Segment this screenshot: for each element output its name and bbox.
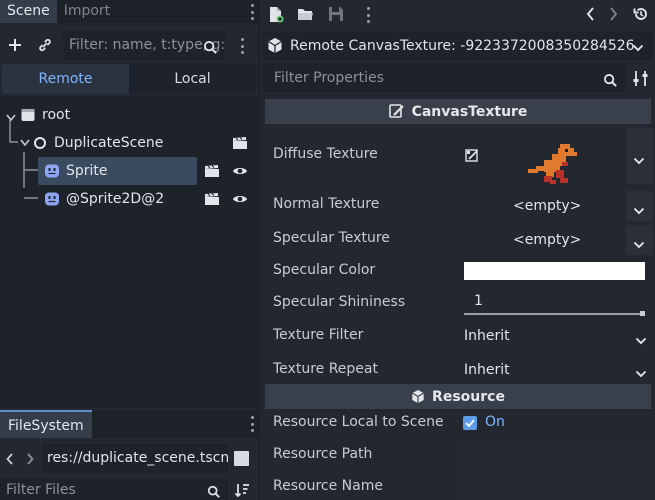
prop-label: Diffuse Texture	[273, 146, 378, 162]
prop-label: Specular Texture	[273, 230, 390, 246]
tab-scene[interactable]: Scene	[0, 0, 57, 23]
new-resource-icon[interactable]	[268, 6, 284, 27]
clapperboard-icon[interactable]	[204, 164, 220, 182]
chevron-down-icon[interactable]	[633, 203, 645, 219]
search-icon	[603, 70, 618, 98]
resource-section-header[interactable]: Resource	[265, 384, 651, 409]
chevron-down-icon[interactable]	[632, 40, 644, 56]
tree-label: DuplicateScene	[54, 135, 164, 151]
chevron-down-icon[interactable]	[635, 333, 647, 349]
back-arrow-icon[interactable]	[4, 451, 16, 467]
resource-cube-icon	[411, 389, 425, 404]
inspector-dock: Remote CanvasTexture: -92233720083502845…	[260, 0, 655, 500]
canvastexture-icon	[388, 104, 405, 119]
forward-arrow-icon[interactable]	[24, 451, 36, 467]
diffuse-texture-preview[interactable]	[522, 136, 584, 192]
filter-properties-input[interactable]: Filter Properties	[262, 64, 626, 92]
tab-filesystem[interactable]: FileSystem	[0, 410, 92, 438]
prop-label: Specular Shininess	[273, 294, 406, 310]
split-mode-icon[interactable]	[234, 451, 249, 466]
chevron-down-icon[interactable]	[633, 237, 645, 253]
tree-item-root[interactable]: root	[0, 101, 258, 129]
prop-label: Resource Name	[273, 478, 383, 494]
texture-type-icon	[465, 149, 479, 167]
clapperboard-icon[interactable]	[204, 192, 220, 210]
link-icon[interactable]	[36, 36, 54, 54]
section-title: Resource	[432, 388, 505, 405]
scene-filter-placeholder: Filter: name, t:type, g:group	[69, 37, 225, 53]
remote-tab[interactable]: Remote	[2, 64, 129, 94]
resource-cube-icon	[267, 37, 283, 58]
tree-item-sprite2d-2[interactable]: @Sprite2D@2	[0, 185, 258, 213]
collapse-arrow-icon[interactable]	[20, 135, 30, 151]
visibility-eye-icon[interactable]	[232, 165, 248, 181]
history-icon[interactable]	[633, 6, 649, 26]
specular-color-swatch[interactable]	[464, 262, 645, 280]
scene-dock: Scene Import Filter: name, t:type, g:gro…	[0, 0, 258, 500]
shininess-slider-track[interactable]	[464, 313, 645, 315]
save-icon[interactable]	[328, 6, 344, 26]
prop-label: Specular Color	[273, 262, 376, 278]
prop-label: Texture Filter	[273, 327, 364, 343]
add-node-icon[interactable]	[6, 36, 24, 54]
search-icon	[203, 37, 218, 60]
resource-path-field[interactable]	[458, 440, 651, 468]
dock-menu-icon[interactable]	[248, 416, 256, 432]
open-folder-icon[interactable]	[297, 7, 314, 26]
resource-local-checkbox[interactable]	[463, 416, 477, 430]
tree-item-sprite[interactable]: Sprite	[0, 157, 258, 185]
prop-label: Resource Path	[273, 446, 373, 462]
scene-dock-tabs: Scene Import	[0, 0, 258, 23]
texture-filter-value[interactable]: Inherit	[464, 328, 510, 344]
tree-label: Sprite	[66, 163, 108, 179]
remote-scene-tree: root DuplicateScene Sprite @Sprite2D@2	[0, 96, 258, 408]
visibility-eye-icon[interactable]	[232, 193, 248, 209]
sprite2d-icon	[44, 163, 60, 183]
filter-files-input[interactable]: Filter Files	[0, 478, 228, 500]
chevron-down-icon[interactable]	[635, 366, 647, 382]
chevron-down-icon[interactable]	[633, 153, 645, 169]
inspector-menu-icon[interactable]	[364, 7, 372, 23]
scene-filter-input[interactable]: Filter: name, t:type, g:group	[63, 31, 225, 60]
search-icon	[207, 483, 221, 500]
sort-icon[interactable]	[234, 482, 250, 498]
dock-menu-icon[interactable]	[248, 4, 256, 20]
local-tab[interactable]: Local	[129, 64, 256, 94]
tree-item-duplicatescene[interactable]: DuplicateScene	[0, 129, 258, 157]
filesystem-tabs: FileSystem	[0, 410, 258, 438]
history-back-icon[interactable]	[586, 7, 595, 25]
resource-title: Remote CanvasTexture: -92233720083502845…	[290, 38, 635, 54]
specular-texture-value[interactable]: <empty>	[513, 232, 581, 248]
filesystem-path-input[interactable]: res://duplicate_scene.tscn	[42, 444, 228, 473]
prop-label: Normal Texture	[273, 196, 380, 212]
prop-label: Texture Repeat	[273, 361, 378, 377]
normal-texture-value[interactable]: <empty>	[513, 198, 581, 214]
filter-files-placeholder: Filter Files	[6, 482, 76, 498]
node-icon	[33, 136, 47, 154]
tree-label: @Sprite2D@2	[66, 191, 165, 207]
history-forward-icon[interactable]	[609, 7, 618, 25]
tab-import[interactable]: Import	[57, 0, 117, 23]
section-title: CanvasTexture	[411, 103, 528, 120]
resource-local-value: On	[485, 414, 505, 430]
inspector-toolbar	[260, 0, 655, 30]
texture-repeat-value[interactable]: Inherit	[464, 362, 510, 378]
scene-options-icon[interactable]	[238, 38, 246, 54]
remote-local-switch: Remote Local	[2, 64, 256, 94]
resource-header[interactable]: Remote CanvasTexture: -92233720083502845…	[262, 32, 653, 60]
filter-properties-placeholder: Filter Properties	[274, 70, 384, 86]
canvastexture-section-header[interactable]: CanvasTexture	[265, 99, 651, 124]
resource-name-field[interactable]	[458, 472, 651, 500]
tools-settings-icon[interactable]	[633, 70, 649, 91]
specular-shininess-value[interactable]: 1	[474, 293, 483, 309]
prop-label: Resource Local to Scene	[273, 414, 444, 430]
root-window-icon	[20, 107, 36, 127]
godot-editor: Scene Import Filter: name, t:type, g:gro…	[0, 0, 655, 500]
tree-label: root	[42, 107, 71, 123]
shininess-slider-grabber[interactable]	[640, 311, 645, 316]
clapperboard-icon[interactable]	[232, 136, 248, 154]
collapse-arrow-icon[interactable]	[6, 110, 16, 126]
sprite2d-icon	[44, 191, 60, 211]
